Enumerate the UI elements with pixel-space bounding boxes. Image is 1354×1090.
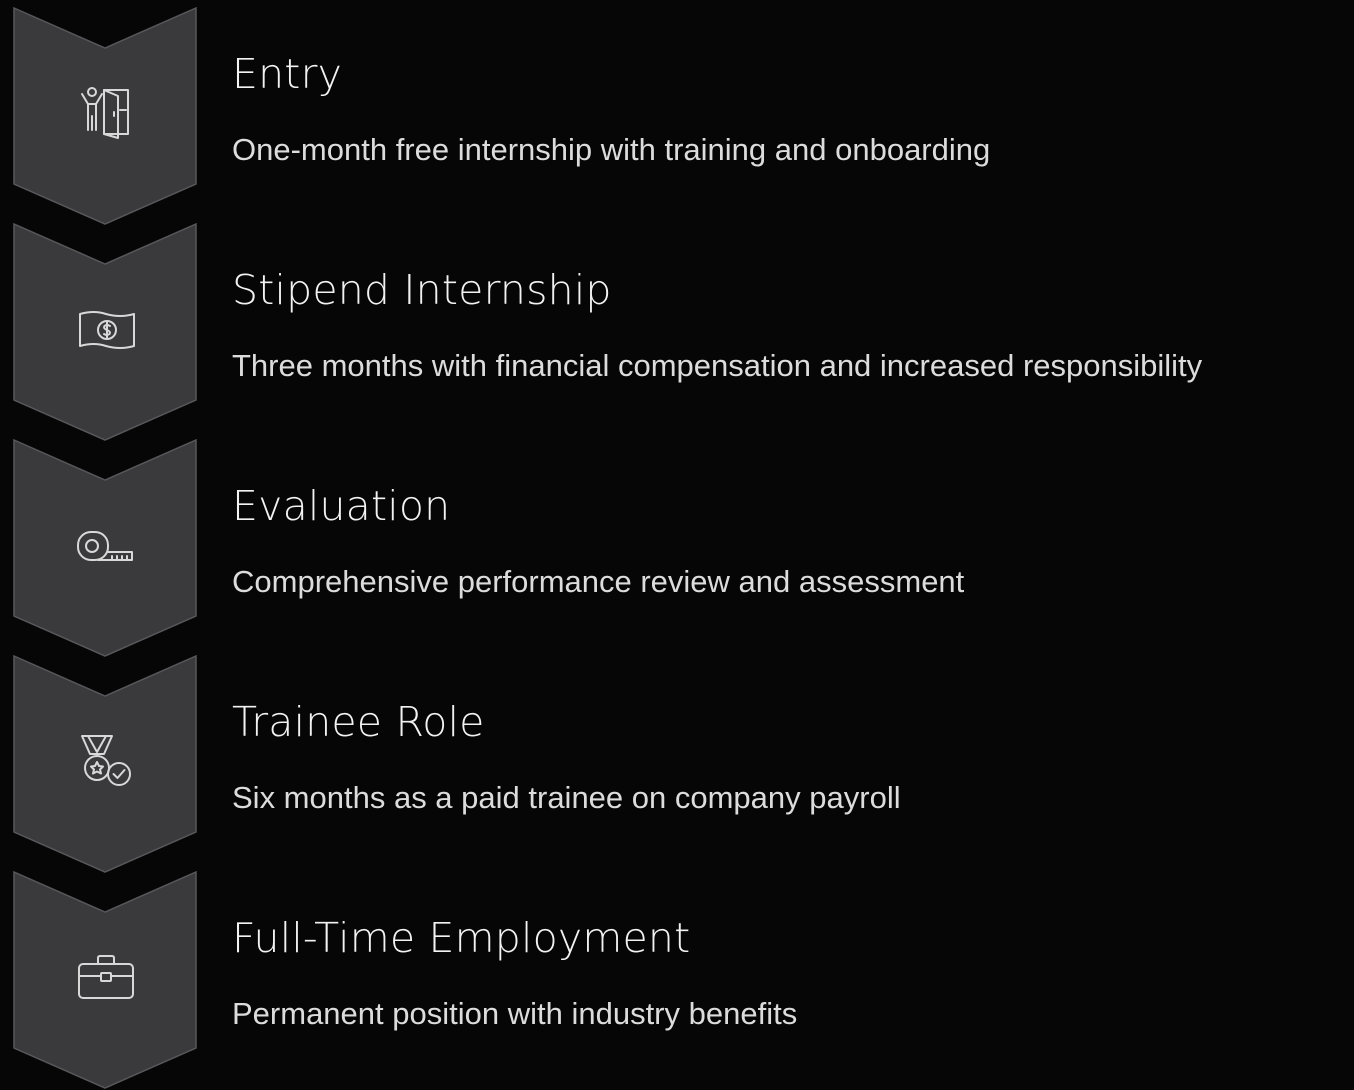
step-description: Three months with financial compensation… [232,348,1203,383]
step-full-time-employment: Full-Time Employment Permanent position … [0,864,1354,1089]
medal-check-icon [76,730,136,790]
tape-measure-icon [76,514,136,574]
step-title: Full-Time Employment [232,914,691,962]
person-exit-door-icon [76,82,136,142]
step-evaluation: Evaluation Comprehensive performance rev… [0,432,1354,657]
banknote-dollar-icon [76,298,136,358]
step-title: Stipend Internship [232,266,612,314]
step-description: Permanent position with industry benefit… [232,996,798,1031]
step-description: One-month free internship with training … [232,132,991,167]
step-stipend-internship: Stipend Internship Three months with fin… [0,216,1354,441]
step-trainee-role: Trainee Role Six months as a paid traine… [0,648,1354,873]
briefcase-icon [76,946,136,1006]
step-description: Comprehensive performance review and ass… [232,564,965,599]
step-description: Six months as a paid trainee on company … [232,780,901,815]
step-entry: Entry One-month free internship with tra… [0,0,1354,225]
step-title: Entry [232,50,343,98]
step-title: Evaluation [232,482,451,530]
step-title: Trainee Role [232,698,485,746]
